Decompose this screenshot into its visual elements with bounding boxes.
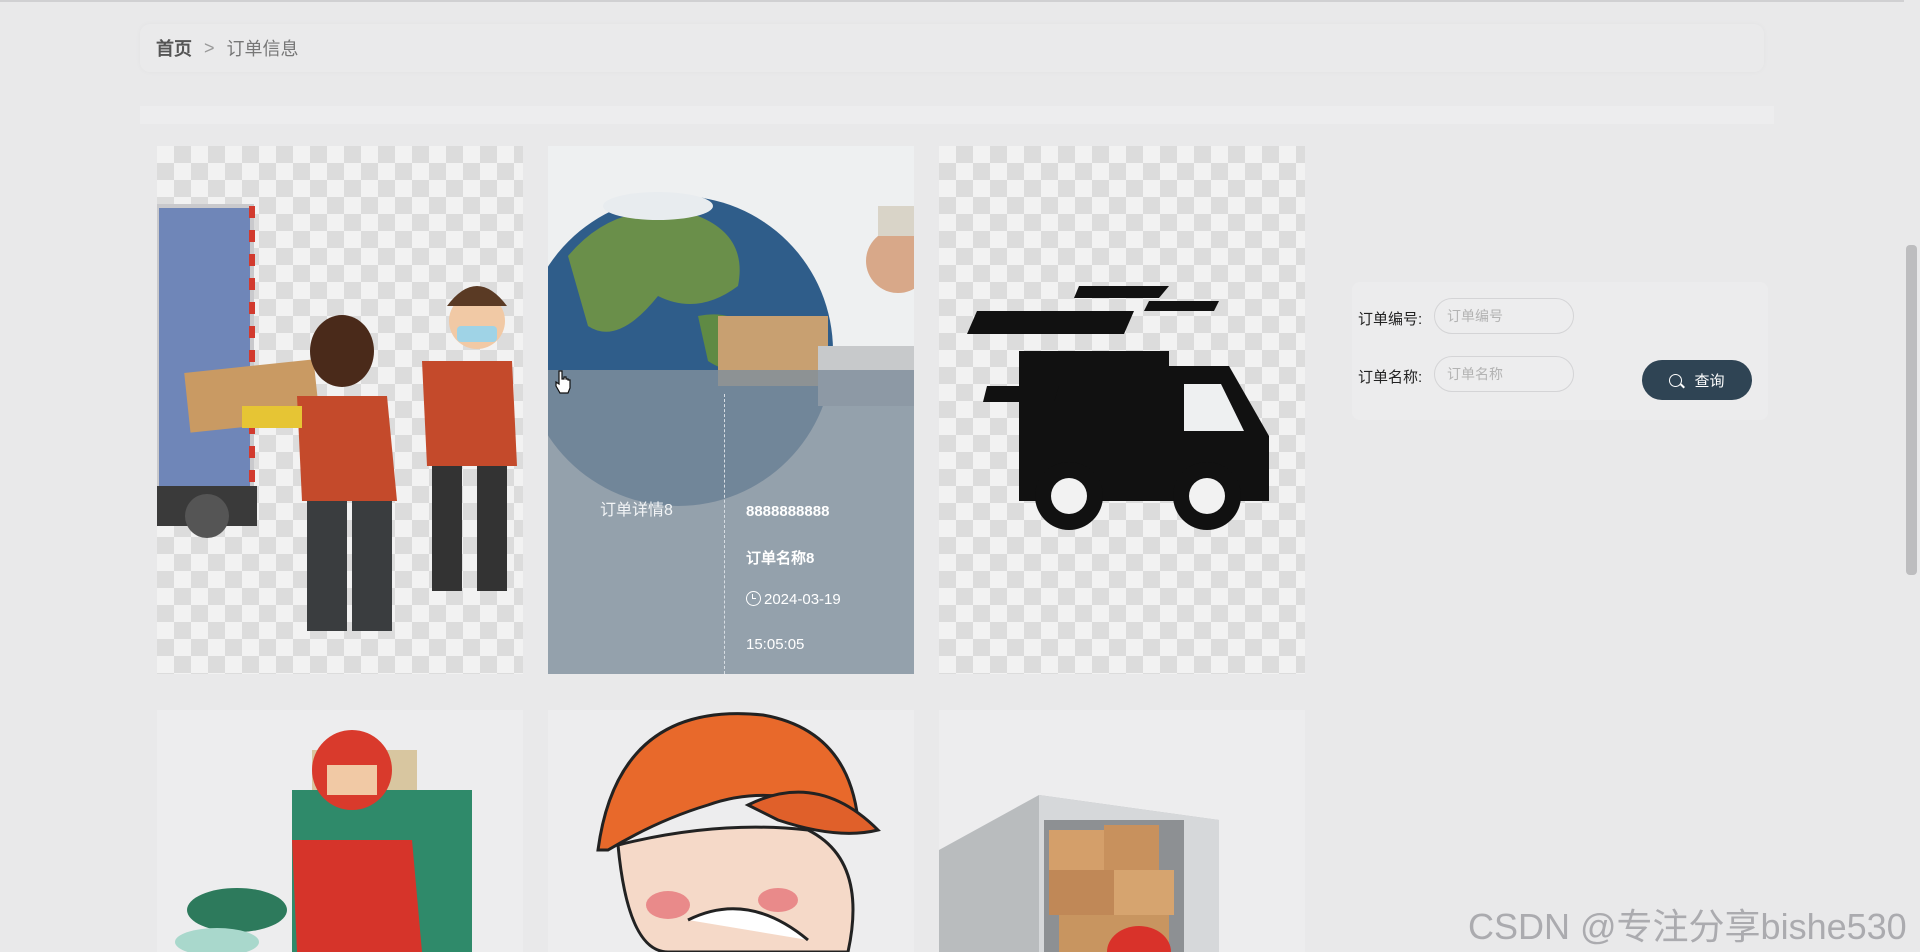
order-card-2[interactable]: 订单详情8 8888888888 订单名称8 2024-03-19 15:05:…	[548, 146, 914, 674]
scrollbar-thumb[interactable]	[1906, 245, 1917, 575]
hand-cursor-icon	[555, 370, 571, 394]
query-button[interactable]: 查询	[1642, 360, 1752, 400]
order-number: 8888888888	[746, 503, 830, 520]
order-time: 15:05:05	[746, 636, 805, 653]
order-card-1[interactable]	[157, 146, 523, 674]
breadcrumb-current: 订单信息	[226, 39, 299, 59]
clock-icon	[746, 591, 761, 606]
scooter-delivery-image	[175, 730, 472, 952]
fast-truck-image	[967, 286, 1269, 530]
order-card-5[interactable]	[548, 710, 914, 952]
order-no-input[interactable]	[1434, 298, 1574, 334]
order-date: 2024-03-19	[746, 591, 841, 608]
search-panel: 订单编号: 订单名称: 查询	[1352, 282, 1768, 420]
order-name: 订单名称8	[746, 550, 815, 567]
divider-bar	[140, 106, 1774, 124]
order-name-label: 订单名称:	[1358, 369, 1423, 386]
query-button-label: 查询	[1694, 372, 1725, 390]
breadcrumb-home[interactable]: 首页	[156, 35, 192, 61]
breadcrumb: 首页 > 订单信息	[140, 24, 1764, 72]
order-hover-overlay[interactable]: 订单详情8 8888888888 订单名称8 2024-03-19 15:05:…	[548, 370, 914, 674]
order-date-value: 2024-03-19	[764, 591, 841, 608]
order-no-label: 订单编号:	[1358, 311, 1423, 328]
breadcrumb-separator: >	[204, 37, 215, 58]
watermark: CSDN @专注分享bishe530	[1468, 906, 1907, 947]
workers-moving-box-image	[157, 204, 517, 631]
scrollbar[interactable]	[1904, 0, 1920, 952]
order-card-3[interactable]	[939, 146, 1305, 674]
courier-cap-image	[596, 712, 881, 952]
top-border	[0, 0, 1920, 2]
order-card-6[interactable]	[939, 710, 1305, 952]
truck-boxes-image	[939, 795, 1219, 952]
order-card-4[interactable]	[157, 710, 523, 952]
overlay-divider	[724, 394, 725, 674]
order-detail-title: 订单详情8	[600, 502, 673, 519]
order-name-input[interactable]	[1434, 356, 1574, 392]
search-icon	[1669, 373, 1683, 387]
